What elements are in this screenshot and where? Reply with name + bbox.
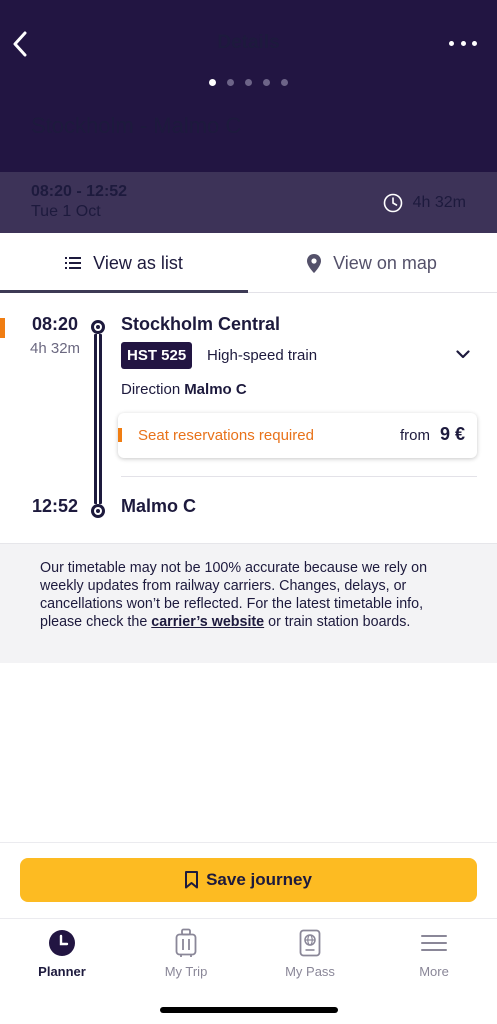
page-dot-4[interactable] [263,79,270,86]
dot [460,40,466,46]
train-number-badge: HST 525 [121,342,193,369]
departure-time: 08:20 [32,314,79,334]
price-value: 9 € [439,424,465,444]
nav-label: More [419,964,449,979]
tab-view-on-map[interactable]: View on map [248,233,496,293]
home-indicator[interactable] [160,1007,338,1013]
timetable-disclaimer: Our timetable may not be 100% accurate b… [0,543,497,663]
header [0,0,497,172]
nav-my-trip[interactable]: My Trip [124,928,248,984]
journey-duration: 4h 32m [383,193,466,213]
tab-view-as-list[interactable]: View as list [0,233,248,293]
bookmark-icon [185,871,199,889]
arrival-node [91,504,105,518]
direction-value: Malmo C [184,381,247,398]
leg-duration: 4h 32m [30,340,81,357]
page-dot-1[interactable] [209,79,216,86]
view-tabs: View as list View on map [0,233,497,293]
route-line [94,334,102,504]
page-dot-3[interactable] [245,79,252,86]
seat-reservation-card[interactable]: Seat reservations required from 9 € [118,413,477,458]
page-title: Details [217,32,280,53]
dot [472,40,477,46]
reservation-notice: Seat reservations required [138,427,314,444]
arrival-station: Malmo C [121,496,197,516]
time-range: 08:20 - 12:52 [31,183,128,200]
menu-icon [419,928,449,958]
chevron-down-icon [456,349,470,358]
divider [121,476,477,477]
dot [449,40,454,46]
tab-label: View on map [333,252,437,273]
nav-my-pass[interactable]: My Pass [248,928,372,984]
disclaimer-text-end: or train station boards. [264,614,411,630]
passport-icon [295,928,325,958]
map-pin-icon [307,253,322,273]
clock-icon [383,193,402,213]
page-dot-2[interactable] [227,79,234,86]
nav-label: My Pass [285,964,335,979]
price-from-label: from [399,427,430,444]
nav-label: Planner [38,964,86,979]
journey-date: Tue 1 Oct [31,203,101,220]
reservation-price: from 9 € [400,424,465,445]
nav-label: My Trip [164,964,208,979]
route-title: Stockholm - Malmo C [31,113,242,138]
direction: Direction Malmo C [121,381,247,398]
save-journey-label: Save journey [206,870,312,889]
duration-text: 4h 32m [412,194,466,211]
arrival-time: 12:52 [32,496,79,516]
clock-icon [47,928,77,958]
expand-leg-button[interactable] [454,346,472,362]
luggage-icon [171,928,201,958]
tab-label: View as list [93,252,183,273]
departure-node [91,320,105,334]
nav-planner[interactable]: Planner [0,928,124,984]
disclaimer-text: Our timetable may not be 100% accurate b… [40,559,460,631]
carrier-website-link[interactable]: carrier’s website [151,614,264,630]
list-icon [65,257,82,269]
current-leg-marker [0,318,5,338]
page-dot-5[interactable] [281,79,288,86]
train-type: High-speed train [207,347,318,364]
save-journey-button[interactable]: Save journey [20,858,477,902]
active-tab-indicator [0,290,248,293]
warning-stripe [118,428,122,442]
nav-more[interactable]: More [372,928,496,984]
page-indicator [0,79,497,86]
direction-label: Direction [121,381,181,398]
departure-station: Stockholm Central [121,314,281,334]
more-options-button[interactable] [449,32,477,54]
